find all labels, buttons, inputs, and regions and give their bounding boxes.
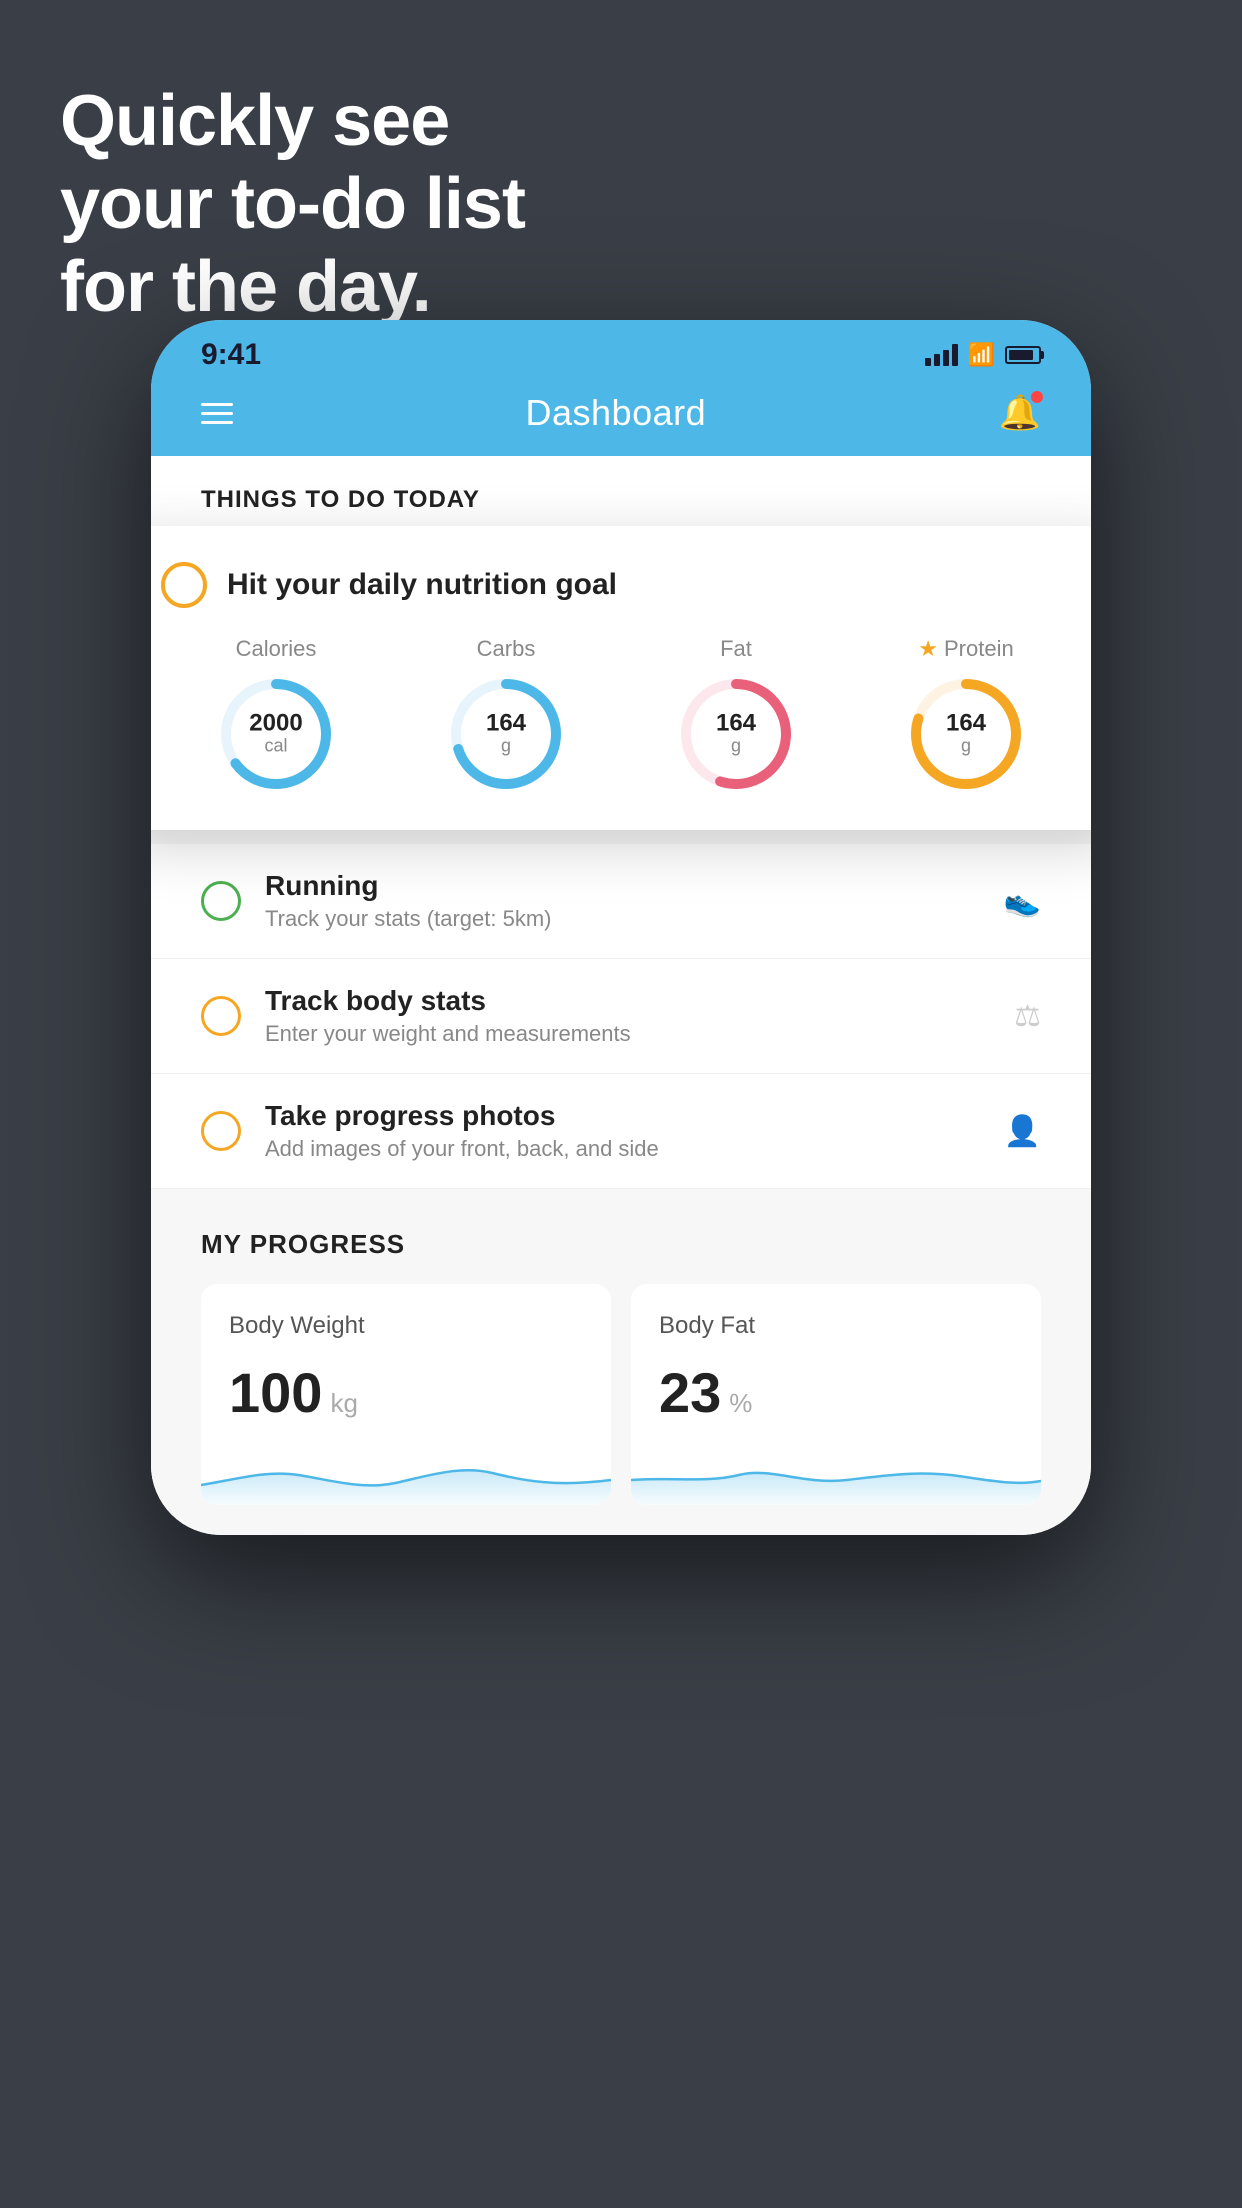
todo-item-body-stats[interactable]: Track body stats Enter your weight and m…	[151, 959, 1091, 1074]
phone-mockup: 9:41 📶 Dashboard 🔔	[151, 320, 1091, 1535]
fat-stat: Fat 164 g	[676, 636, 796, 794]
progress-section: MY PROGRESS Body Weight 100 kg	[151, 1189, 1091, 1535]
running-icon: 👟	[1004, 884, 1041, 919]
notification-dot	[1031, 391, 1043, 403]
body-weight-card-title: Body Weight	[229, 1312, 583, 1340]
scale-icon: ⚖	[1014, 999, 1041, 1034]
body-stats-check-circle[interactable]	[201, 996, 241, 1036]
carbs-label: Carbs	[477, 636, 536, 662]
photos-check-circle[interactable]	[201, 1111, 241, 1151]
carbs-stat: Carbs 164 g	[446, 636, 566, 794]
body-fat-value: 23 %	[659, 1360, 1013, 1425]
running-check-circle[interactable]	[201, 881, 241, 921]
nutrition-stats: Calories 2000 cal	[161, 636, 1081, 794]
todo-list: Running Track your stats (target: 5km) 👟…	[151, 844, 1091, 1189]
protein-donut: 164 g	[906, 674, 1026, 794]
body-fat-card-title: Body Fat	[659, 1312, 1013, 1340]
calories-donut: 2000 cal	[216, 674, 336, 794]
body-fat-chart	[631, 1445, 1041, 1505]
hero-text: Quickly see your to-do list for the day.	[60, 80, 525, 328]
photos-subtitle: Add images of your front, back, and side	[265, 1136, 980, 1162]
body-stats-title: Track body stats	[265, 985, 990, 1017]
photo-icon: 👤	[1004, 1114, 1041, 1149]
calories-stat: Calories 2000 cal	[216, 636, 336, 794]
body-fat-card[interactable]: Body Fat 23 %	[631, 1284, 1041, 1505]
wifi-icon: 📶	[968, 342, 995, 368]
nutrition-card-header: Hit your daily nutrition goal	[161, 562, 1081, 608]
notification-button[interactable]: 🔔	[999, 393, 1041, 433]
photos-title: Take progress photos	[265, 1100, 980, 1132]
header-title: Dashboard	[526, 392, 707, 434]
calories-label: Calories	[236, 636, 317, 662]
running-text: Running Track your stats (target: 5km)	[265, 870, 980, 932]
content-area: THINGS TO DO TODAY Hit your daily nutrit…	[151, 456, 1091, 1535]
progress-cards: Body Weight 100 kg	[201, 1284, 1041, 1505]
fat-label: Fat	[720, 636, 752, 662]
protein-stat: ★ Protein 164 g	[906, 636, 1026, 794]
status-time: 9:41	[201, 338, 261, 372]
carbs-donut: 164 g	[446, 674, 566, 794]
nutrition-card[interactable]: Hit your daily nutrition goal Calories	[151, 526, 1091, 830]
body-weight-value: 100 kg	[229, 1360, 583, 1425]
hamburger-button[interactable]	[201, 403, 233, 424]
body-weight-chart	[201, 1445, 611, 1505]
photos-text: Take progress photos Add images of your …	[265, 1100, 980, 1162]
body-weight-card[interactable]: Body Weight 100 kg	[201, 1284, 611, 1505]
star-icon: ★	[918, 636, 938, 662]
todo-item-running[interactable]: Running Track your stats (target: 5km) 👟	[151, 844, 1091, 959]
protein-label: ★ Protein	[918, 636, 1013, 662]
running-title: Running	[265, 870, 980, 902]
phone-wrapper: 9:41 📶 Dashboard 🔔	[151, 320, 1091, 1535]
signal-icon	[925, 344, 958, 366]
nutrition-check-circle	[161, 562, 207, 608]
status-bar: 9:41 📶	[151, 320, 1091, 382]
progress-section-title: MY PROGRESS	[201, 1229, 1041, 1260]
status-icons: 📶	[925, 342, 1041, 368]
app-header: Dashboard 🔔	[151, 382, 1091, 456]
things-section-header: THINGS TO DO TODAY	[151, 456, 1091, 534]
nutrition-card-title: Hit your daily nutrition goal	[227, 568, 617, 602]
body-stats-subtitle: Enter your weight and measurements	[265, 1021, 990, 1047]
running-subtitle: Track your stats (target: 5km)	[265, 906, 980, 932]
body-stats-text: Track body stats Enter your weight and m…	[265, 985, 990, 1047]
todo-item-photos[interactable]: Take progress photos Add images of your …	[151, 1074, 1091, 1189]
battery-icon	[1005, 346, 1041, 364]
fat-donut: 164 g	[676, 674, 796, 794]
